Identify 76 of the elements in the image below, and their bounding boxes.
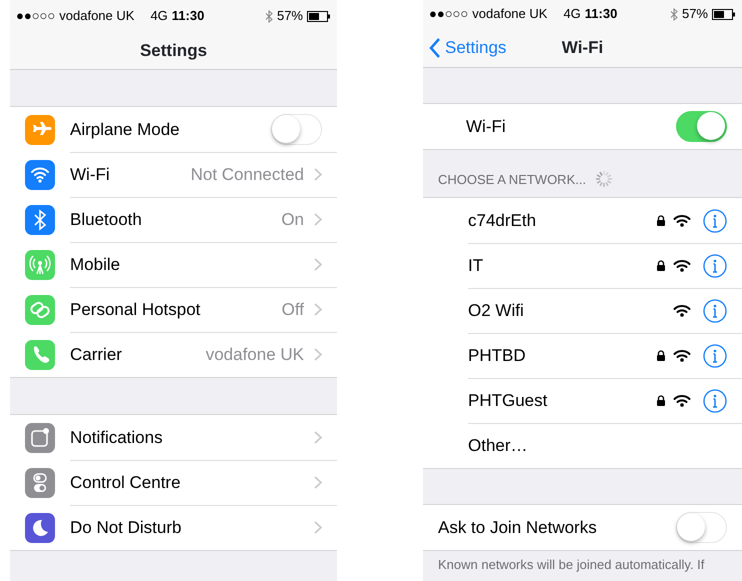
row-label: Mobile bbox=[70, 254, 120, 276]
chevron-icon bbox=[314, 213, 322, 226]
settings-row[interactable]: Carrier vodafone UK bbox=[10, 332, 337, 377]
settings-row[interactable]: Mobile bbox=[10, 242, 337, 287]
settings-row[interactable]: Wi-Fi Not Connected bbox=[10, 152, 337, 197]
bluetooth-icon bbox=[264, 10, 273, 22]
battery-percent: 57% bbox=[682, 5, 708, 24]
row-label: Ask to Join Networks bbox=[438, 516, 597, 539]
settings-row[interactable]: Control Centre bbox=[10, 460, 337, 505]
loading-spinner-icon bbox=[594, 169, 614, 189]
wifi-signal-icon bbox=[673, 214, 691, 227]
battery-percent: 57% bbox=[276, 7, 303, 26]
settings-row[interactable]: Airplane Mode bbox=[10, 107, 337, 152]
chevron-icon bbox=[314, 521, 322, 534]
info-icon[interactable] bbox=[703, 254, 727, 278]
row-label: Do Not Disturb bbox=[70, 516, 182, 539]
screen-title: Wi-Fi bbox=[562, 36, 604, 59]
settings-row[interactable]: Bluetooth On bbox=[10, 197, 337, 242]
clock-time: 11:30 bbox=[584, 5, 618, 24]
network-name: c74drEth bbox=[468, 210, 536, 232]
info-icon[interactable] bbox=[703, 388, 727, 412]
network-row[interactable]: c74drEth bbox=[423, 198, 742, 243]
network-row[interactable]: PHTGuest bbox=[423, 378, 742, 423]
network-row[interactable]: IT bbox=[423, 243, 742, 288]
battery-icon bbox=[307, 10, 331, 22]
chevron-icon bbox=[314, 476, 322, 489]
info-icon[interactable] bbox=[703, 208, 727, 232]
row-label: Carrier bbox=[70, 344, 122, 366]
row-label: Bluetooth bbox=[70, 208, 142, 231]
section-header: CHOOSE A NETWORK... bbox=[438, 170, 586, 188]
settings-row[interactable]: Do Not Disturb bbox=[10, 505, 337, 550]
info-icon[interactable] bbox=[703, 344, 727, 368]
carrier-name: vodafone UK bbox=[472, 5, 548, 24]
wifi-signal-icon bbox=[673, 349, 691, 362]
wifi-signal-icon bbox=[673, 304, 691, 317]
settings-row[interactable]: Notifications bbox=[10, 415, 337, 460]
back-chevron-icon bbox=[429, 38, 441, 58]
clock-time: 11:30 bbox=[172, 7, 204, 26]
row-label: Notifications bbox=[70, 426, 163, 449]
network-name: Other… bbox=[468, 434, 528, 457]
network-name: PHTGuest bbox=[468, 390, 548, 412]
info-icon[interactable] bbox=[703, 298, 727, 322]
toggle-switch[interactable] bbox=[676, 111, 727, 142]
footnote-text: Known networks will be joined automatically. If bbox=[437, 556, 706, 574]
chevron-icon bbox=[314, 258, 322, 271]
battery-icon bbox=[712, 8, 736, 20]
settings-row[interactable]: Personal Hotspot Off bbox=[10, 287, 337, 332]
network-name: O2 Wifi bbox=[468, 300, 524, 322]
row-label: Airplane Mode bbox=[70, 118, 180, 141]
network-row[interactable]: Other… bbox=[423, 423, 742, 468]
row-value: Off bbox=[282, 298, 304, 321]
row-label: Control Centre bbox=[70, 472, 181, 494]
network-row[interactable]: O2 Wifi bbox=[423, 288, 742, 333]
screen-title: Settings bbox=[140, 40, 208, 62]
network-type: 4G bbox=[150, 7, 168, 26]
signal-strength-dots: ●●○○○ bbox=[16, 7, 56, 26]
row-label: Personal Hotspot bbox=[70, 298, 200, 321]
row-label: Wi-Fi bbox=[466, 116, 506, 138]
chevron-icon bbox=[314, 348, 322, 361]
network-row[interactable]: PHTBD bbox=[423, 333, 742, 378]
bluetooth-icon bbox=[670, 8, 678, 20]
network-name: IT bbox=[468, 254, 484, 277]
chevron-icon bbox=[314, 431, 322, 444]
row-value: Not Connected bbox=[190, 164, 304, 186]
row-value: On bbox=[281, 208, 304, 231]
back-button[interactable]: Settings bbox=[429, 28, 506, 67]
chevron-icon bbox=[314, 168, 322, 181]
row-value: vodafone UK bbox=[206, 344, 304, 366]
row-label: Wi-Fi bbox=[70, 164, 110, 186]
wifi-signal-icon bbox=[673, 259, 691, 272]
network-name: PHTBD bbox=[468, 344, 526, 367]
signal-strength-dots: ●●○○○ bbox=[429, 5, 468, 24]
wifi-signal-icon bbox=[673, 394, 691, 407]
chevron-icon bbox=[314, 303, 322, 316]
carrier-name: vodafone UK bbox=[59, 7, 134, 26]
network-type: 4G bbox=[563, 5, 581, 24]
